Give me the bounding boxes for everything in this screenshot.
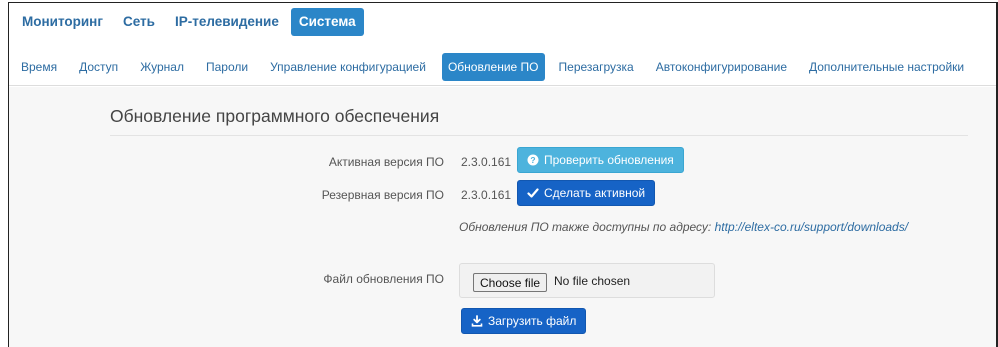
upload-file-button[interactable]: Загрузить файл bbox=[461, 308, 587, 334]
page-title: Обновление программного обеспечения bbox=[110, 106, 440, 126]
backup-version-value: 2.3.0.161 bbox=[461, 188, 512, 202]
sub-navigation: Время Доступ Журнал Пароли Управление ко… bbox=[9, 48, 996, 86]
tab-reboot[interactable]: Перезагрузка bbox=[553, 53, 640, 81]
active-version-label: Активная версия ПО bbox=[328, 155, 444, 169]
make-active-label: Сделать активной bbox=[544, 186, 646, 200]
file-status: No file chosen bbox=[554, 274, 631, 288]
topnav-network[interactable]: Сеть bbox=[115, 8, 163, 36]
top-navigation: Мониторинг Сеть IP-телевидение Система bbox=[9, 3, 996, 40]
tab-firmware-update[interactable]: Обновление ПО bbox=[441, 52, 545, 81]
tab-passwords[interactable]: Пароли bbox=[200, 53, 254, 81]
topnav-monitoring[interactable]: Мониторинг bbox=[14, 8, 111, 36]
topnav-iptv[interactable]: IP-телевидение bbox=[167, 8, 287, 36]
upload-file-label-text: Загрузить файл bbox=[488, 314, 577, 328]
active-version-value: 2.3.0.161 bbox=[461, 155, 512, 169]
upload-file-label: Файл обновления ПО bbox=[323, 272, 444, 286]
svg-text:?: ? bbox=[530, 155, 535, 165]
checkmark-icon bbox=[527, 187, 539, 199]
tab-config-management[interactable]: Управление конфигурацией bbox=[264, 53, 432, 81]
check-updates-label: Проверить обновления bbox=[544, 153, 674, 167]
tab-advanced-settings[interactable]: Дополнительные настройки bbox=[803, 53, 970, 81]
file-input: Choose file No file chosen bbox=[459, 263, 715, 298]
check-updates-button[interactable]: ? Проверить обновления bbox=[517, 147, 684, 173]
make-active-button[interactable]: Сделать активной bbox=[517, 180, 656, 206]
tab-autoconfig[interactable]: Автоконфигурирование bbox=[650, 53, 793, 81]
tab-log[interactable]: Журнал bbox=[134, 53, 190, 81]
download-icon bbox=[471, 315, 483, 327]
update-hint-text: Обновления ПО также доступны по адресу: bbox=[459, 220, 712, 234]
update-hint: Обновления ПО также доступны по адресу: … bbox=[459, 220, 908, 234]
tab-time[interactable]: Время bbox=[15, 53, 63, 81]
downloads-link[interactable]: http://eltex-co.ru/support/downloads/ bbox=[715, 220, 908, 234]
app-frame: Мониторинг Сеть IP-телевидение Система В… bbox=[8, 2, 998, 347]
question-circle-icon: ? bbox=[527, 154, 539, 166]
backup-version-label: Резервная версия ПО bbox=[321, 188, 444, 202]
choose-file-button[interactable]: Choose file bbox=[473, 273, 548, 292]
main-content: Обновление программного обеспечения Акти… bbox=[9, 87, 996, 347]
topnav-system[interactable]: Система bbox=[290, 7, 364, 36]
tab-access[interactable]: Доступ bbox=[73, 53, 124, 81]
title-divider bbox=[110, 135, 968, 136]
